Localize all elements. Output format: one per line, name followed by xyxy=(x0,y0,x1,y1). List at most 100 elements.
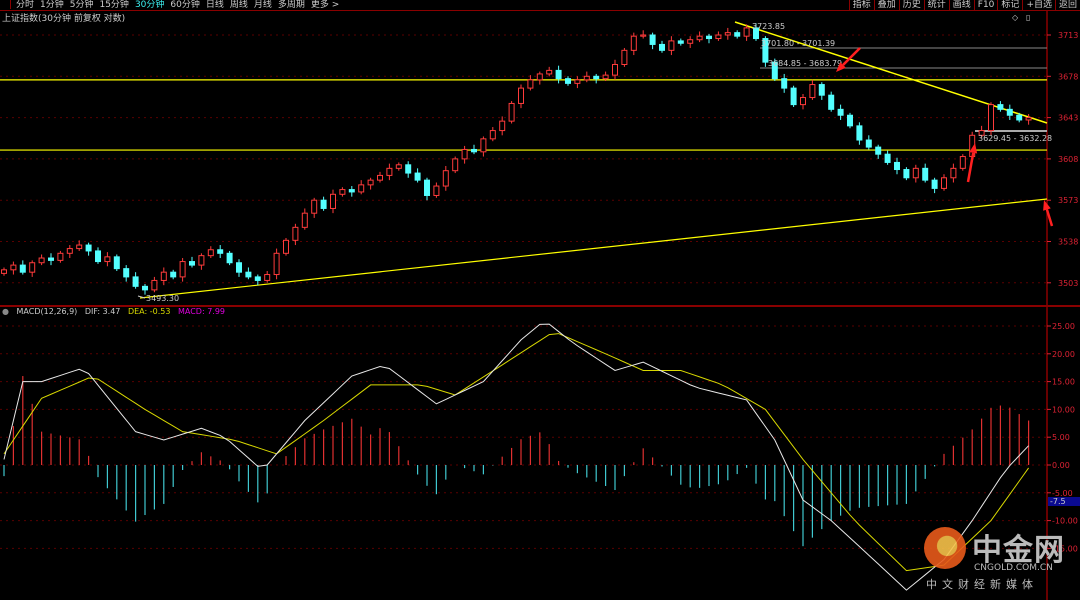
candle-down xyxy=(931,179,938,189)
macd-tick-label: 25.00 xyxy=(1052,322,1075,331)
candle-down xyxy=(565,78,571,84)
candle-up xyxy=(179,261,186,278)
candle-down xyxy=(903,169,910,179)
candle-up xyxy=(1025,117,1032,121)
candle-up xyxy=(950,167,957,179)
dea-line xyxy=(3,333,1030,572)
candle-down xyxy=(1016,114,1023,121)
candle-up xyxy=(283,239,289,254)
candle-down xyxy=(170,271,177,278)
candle-down xyxy=(818,84,825,96)
candle-up xyxy=(160,271,167,281)
candle-down xyxy=(189,261,195,266)
indicator-menu-icon[interactable]: ● xyxy=(2,307,9,316)
candle-down xyxy=(236,262,242,273)
candle-down xyxy=(997,104,1004,110)
candle-down xyxy=(113,256,120,270)
candle-up xyxy=(57,252,64,261)
candle-up xyxy=(10,264,17,271)
candle-down xyxy=(1006,108,1013,116)
watermark-en: CNGOLD.COM.CN xyxy=(974,563,1053,573)
macd-tick-label: 5.00 xyxy=(1052,433,1070,442)
candle-up xyxy=(386,167,393,176)
candle-up xyxy=(207,249,214,257)
macd-tick-label: 15.00 xyxy=(1052,378,1075,387)
candle-up xyxy=(574,79,581,84)
candle-down xyxy=(555,69,562,80)
candle-down xyxy=(734,32,741,37)
candle-up xyxy=(66,248,73,254)
candle-up xyxy=(724,32,731,36)
candle-up xyxy=(38,257,45,264)
candle-up xyxy=(536,73,543,81)
candle-up xyxy=(602,74,609,80)
candle-up xyxy=(151,279,158,291)
candle-up xyxy=(941,177,947,189)
candle-down xyxy=(847,114,853,127)
price-tick-label: 3538 xyxy=(1058,238,1078,247)
candle-up xyxy=(508,102,515,122)
candle-up xyxy=(696,35,703,41)
price-tick-label: 3643 xyxy=(1058,114,1078,123)
candle-up xyxy=(988,104,994,132)
candle-up xyxy=(358,184,365,193)
candle-down xyxy=(706,35,712,40)
candle-down xyxy=(217,249,224,254)
level2-annotation: 3684.85 - 3683.79 xyxy=(768,59,842,68)
dea-value: DEA: -0.53 xyxy=(127,307,171,316)
candle-down xyxy=(405,164,412,174)
candle-up xyxy=(489,130,496,140)
candle-down xyxy=(856,125,863,141)
candle-up xyxy=(715,34,722,40)
macd-legend: ● MACD(12,26,9) DIF: 3.47 DEA: -0.53 MAC… xyxy=(2,307,230,316)
candle-up xyxy=(367,179,374,186)
watermark-sub: 中文财经新媒体 xyxy=(926,578,1038,591)
candle-down xyxy=(19,264,26,273)
candle-down xyxy=(593,75,600,80)
candle-up xyxy=(104,256,111,263)
macd-tick-label: 0.00 xyxy=(1052,461,1070,470)
chart-canvas[interactable]: 3713 3678 3643 3608 3573 3538 3503 25.00 20.00 15… xyxy=(0,0,1080,600)
candle-up xyxy=(668,40,675,51)
candle-up xyxy=(442,170,449,187)
support-trendline xyxy=(139,198,1048,299)
candle-down xyxy=(226,252,233,264)
candle-down xyxy=(85,244,92,252)
low-annotation: 3493.30 xyxy=(146,294,179,303)
candle-up xyxy=(800,97,806,106)
candle-down xyxy=(865,139,872,148)
candle-up xyxy=(29,262,36,273)
candle-down xyxy=(471,148,477,153)
candle-up xyxy=(621,49,628,65)
candle-down xyxy=(95,250,101,263)
dif-value: DIF: 3.47 xyxy=(84,307,121,316)
candle-up xyxy=(273,252,280,276)
panel-toggle-icon: ▯ xyxy=(1026,13,1030,22)
candle-down xyxy=(123,268,130,278)
candle-down xyxy=(132,276,139,287)
candle-down xyxy=(424,179,430,196)
candle-up xyxy=(264,274,271,281)
price-tick-label: 3503 xyxy=(1058,279,1078,288)
candle-down xyxy=(142,285,148,291)
candle-up xyxy=(527,79,534,89)
cngold-watermark: 中金网 CNGOLD.COM.CN 中文财经新媒体 xyxy=(922,525,1072,595)
candle-up xyxy=(959,156,966,169)
candle-down xyxy=(320,199,327,209)
candle-down xyxy=(894,161,900,171)
candle-down xyxy=(48,257,54,261)
candle-down xyxy=(781,78,788,89)
candle-up xyxy=(198,255,205,266)
candle-up xyxy=(499,120,506,132)
candle-up xyxy=(612,64,618,76)
price-tick-label: 3573 xyxy=(1058,196,1078,205)
candle-up xyxy=(301,212,308,228)
candle-up xyxy=(377,174,383,181)
level3-annotation: 3629.45 - 3632.28 xyxy=(978,134,1052,143)
candle-down xyxy=(414,172,421,181)
candle-up xyxy=(461,148,468,160)
candle-down xyxy=(828,94,835,110)
candle-up xyxy=(452,158,459,172)
cursor-value: -7.5 xyxy=(1050,497,1066,506)
candle-up xyxy=(912,167,919,179)
